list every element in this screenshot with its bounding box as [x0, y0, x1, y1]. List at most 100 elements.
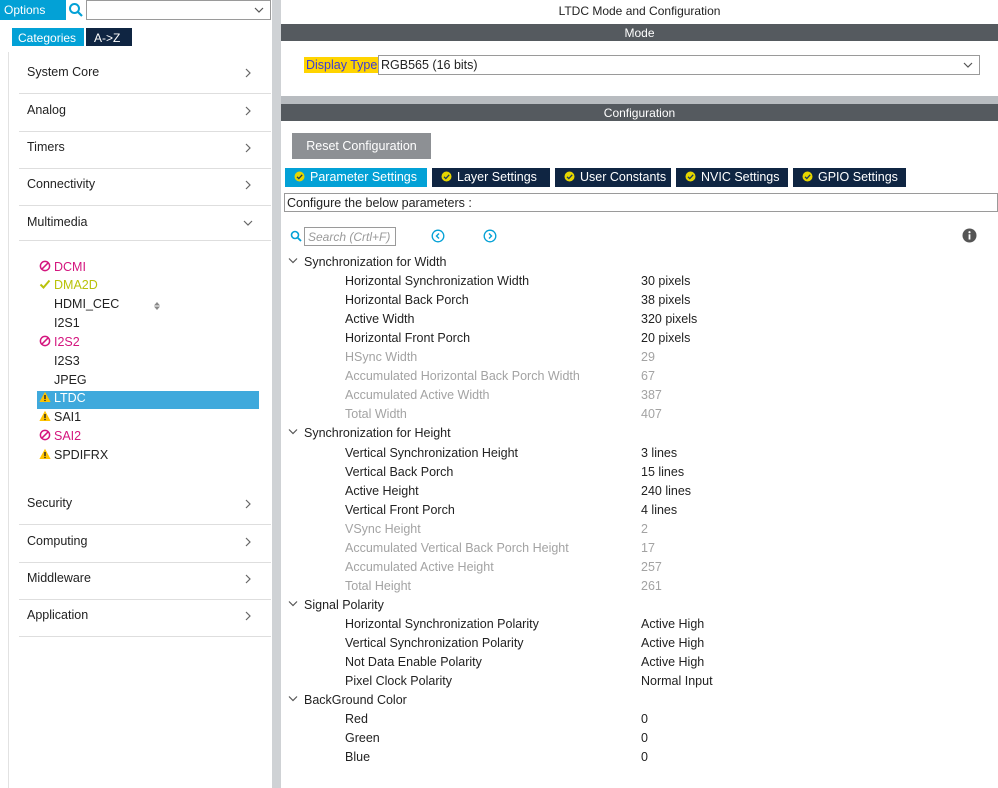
param-name[interactable]: Active Width [345, 312, 414, 330]
status-ok-icon [441, 171, 452, 182]
category-connectivity[interactable]: Connectivity [27, 177, 255, 197]
param-value[interactable]: 0 [641, 712, 648, 730]
param-value[interactable]: 15 lines [641, 465, 684, 483]
category-computing[interactable]: Computing [27, 534, 255, 554]
display-type-value: RGB565 (16 bits) [381, 58, 478, 72]
group-background-color[interactable]: BackGround Color [288, 693, 407, 711]
tab-layer-settings[interactable]: Layer Settings [432, 168, 550, 187]
peripheral-label: I2S1 [54, 316, 80, 330]
tab-label: Parameter Settings [310, 170, 417, 184]
search-icon[interactable] [68, 2, 84, 18]
param-value[interactable]: Active High [641, 636, 704, 654]
param-name[interactable]: Vertical Synchronization Height [345, 446, 518, 464]
param-value[interactable]: 320 pixels [641, 312, 697, 330]
category-label: Multimedia [27, 215, 88, 229]
param-name[interactable]: Vertical Front Porch [345, 503, 455, 521]
param-search-input[interactable]: Search (Crtl+F) [304, 227, 396, 246]
param-name[interactable]: Blue [345, 750, 370, 768]
peripheral-label: DCMI [54, 260, 86, 274]
app-window: Options Categories A->Z System Core Analo… [0, 0, 998, 788]
param-name[interactable]: Vertical Back Porch [345, 465, 453, 483]
disabled-icon [39, 335, 51, 347]
info-icon[interactable] [962, 228, 977, 243]
view-tabs: Categories A->Z [0, 26, 272, 46]
tab-label: NVIC Settings [701, 170, 780, 184]
reset-configuration-button[interactable]: Reset Configuration [292, 133, 431, 159]
param-name: HSync Width [345, 350, 418, 365]
chevron-right-icon [245, 611, 251, 621]
tab-user-constants[interactable]: User Constants [555, 168, 671, 187]
group-synchronization-for-height[interactable]: Synchronization for Height [288, 426, 451, 444]
category-divider [19, 240, 271, 241]
display-type-select[interactable]: RGB565 (16 bits) [378, 55, 980, 75]
group-synchronization-for-width[interactable]: Synchronization for Width [288, 255, 446, 273]
category-analog[interactable]: Analog [27, 103, 255, 123]
next-result-icon[interactable] [483, 229, 497, 243]
chevron-right-icon [245, 180, 251, 190]
param-name[interactable]: Horizontal Back Porch [345, 293, 469, 311]
param-value[interactable]: 0 [641, 750, 648, 768]
main-panel: LTDC Mode and Configuration Mode Display… [281, 0, 998, 788]
tab-categories[interactable]: Categories [12, 28, 84, 46]
param-name: Accumulated Horizontal Back Porch Width [345, 369, 580, 384]
peripheral-jpeg[interactable]: JPEG [37, 373, 259, 391]
param-name[interactable]: Active Height [345, 484, 419, 502]
category-application[interactable]: Application [27, 608, 255, 628]
param-value[interactable]: Active High [641, 617, 704, 635]
param-value[interactable]: 0 [641, 731, 648, 749]
tab-a-to-z[interactable]: A->Z [86, 28, 132, 46]
peripheral-i2s1[interactable]: I2S1 [37, 316, 259, 334]
configuration-header: Configuration [281, 104, 998, 121]
category-system-core[interactable]: System Core [27, 65, 255, 85]
param-value[interactable]: 38 pixels [641, 293, 690, 311]
category-divider [19, 168, 271, 169]
param-value[interactable]: 3 lines [641, 446, 677, 464]
param-name: Total Width [345, 407, 407, 422]
param-name[interactable]: Vertical Synchronization Polarity [345, 636, 524, 654]
param-name[interactable]: Red [345, 712, 368, 730]
param-value[interactable]: 240 lines [641, 484, 691, 502]
peripheral-sai1[interactable]: SAI1 [37, 410, 259, 428]
options-button[interactable]: Options [0, 0, 66, 20]
param-name[interactable]: Green [345, 731, 380, 749]
param-value[interactable]: 4 lines [641, 503, 677, 521]
peripheral-sai2[interactable]: SAI2 [37, 429, 259, 447]
param-name[interactable]: Horizontal Front Porch [345, 331, 470, 349]
tab-parameter-settings[interactable]: Parameter Settings [285, 168, 427, 187]
peripheral-label: I2S3 [54, 354, 80, 368]
group-title: BackGround Color [304, 693, 407, 708]
peripheral-i2s2[interactable]: I2S2 [37, 335, 259, 353]
chevron-right-icon [245, 68, 251, 78]
panel-divider[interactable] [272, 0, 281, 788]
param-name[interactable]: Pixel Clock Polarity [345, 674, 452, 692]
category-middleware[interactable]: Middleware [27, 571, 255, 591]
category-multimedia[interactable]: Multimedia [27, 215, 255, 235]
peripheral-spdifrx[interactable]: SPDIFRX [37, 448, 259, 466]
param-name[interactable]: Horizontal Synchronization Width [345, 274, 529, 292]
peripheral-dcmi[interactable]: DCMI [37, 260, 259, 278]
param-name[interactable]: Not Data Enable Polarity [345, 655, 482, 673]
category-label: System Core [27, 65, 100, 79]
param-value[interactable]: 30 pixels [641, 274, 690, 292]
category-divider [19, 205, 271, 206]
disabled-icon [39, 429, 51, 441]
group-signal-polarity[interactable]: Signal Polarity [288, 598, 384, 616]
category-divider [19, 93, 271, 94]
param-value[interactable]: 20 pixels [641, 331, 690, 349]
peripheral-i2s3[interactable]: I2S3 [37, 354, 259, 372]
peripheral-ltdc[interactable]: LTDC [37, 391, 259, 409]
tab-nvic-settings[interactable]: NVIC Settings [676, 168, 788, 187]
param-name[interactable]: Horizontal Synchronization Polarity [345, 617, 539, 635]
peripheral-dma2d[interactable]: DMA2D [37, 278, 259, 296]
category-security[interactable]: Security [27, 496, 255, 516]
options-search-dropdown[interactable] [86, 0, 271, 20]
previous-result-icon[interactable] [431, 229, 445, 243]
peripheral-hdmi_cec[interactable]: HDMI_CEC [37, 297, 259, 315]
param-value[interactable]: Normal Input [641, 674, 713, 692]
param-value[interactable]: Active High [641, 655, 704, 673]
tab-gpio-settings[interactable]: GPIO Settings [793, 168, 906, 187]
category-timers[interactable]: Timers [27, 140, 255, 160]
status-ok-icon [294, 171, 305, 182]
status-ok-icon [802, 171, 813, 182]
peripheral-label: DMA2D [54, 278, 98, 292]
